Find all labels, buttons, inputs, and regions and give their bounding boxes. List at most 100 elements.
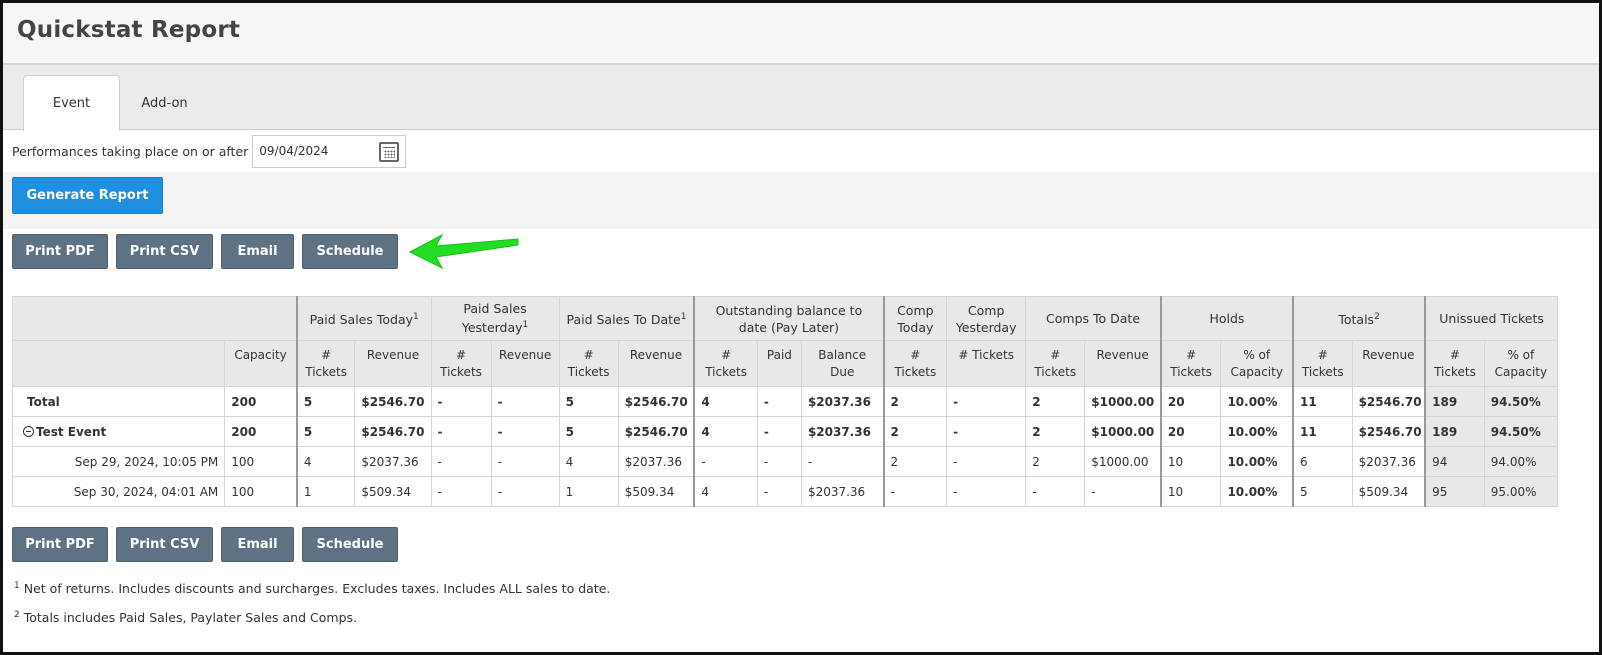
subheader-tickets: # Tickets bbox=[946, 340, 1027, 387]
table-cell: 94.00% bbox=[1483, 446, 1559, 477]
group-header-row: Paid Sales Today1 Paid Sales Yesterday1 … bbox=[11, 296, 1559, 341]
table-cell: - bbox=[946, 446, 1027, 477]
subheader-revenue: Revenue bbox=[490, 340, 560, 387]
header-outstanding: Outstanding balance to date (Pay Later) bbox=[693, 296, 885, 341]
table-cell: 94 bbox=[1424, 446, 1485, 477]
table-cell: 10.00% bbox=[1220, 416, 1294, 447]
header-paid-yesterday: Paid Sales Yesterday1 bbox=[430, 296, 560, 341]
date-filter-label: Performances taking place on or after bbox=[12, 143, 249, 159]
collapse-icon[interactable] bbox=[23, 425, 34, 437]
table-cell: $2546.70 bbox=[1351, 386, 1426, 417]
footnote-2: 2 Totals includes Paid Sales, Paylater S… bbox=[14, 610, 357, 626]
table-cell: 5 bbox=[558, 386, 619, 417]
table-cell: 6 bbox=[1292, 446, 1353, 477]
export-toolbar-top: Print PDF Print CSV Email Schedule bbox=[12, 234, 398, 269]
table-cell: $1000.00 bbox=[1084, 386, 1162, 417]
row-label[interactable]: Test Event bbox=[11, 416, 226, 447]
table-cell: 5 bbox=[1292, 476, 1353, 507]
table-cell: 94.50% bbox=[1483, 386, 1559, 417]
report-body: Total 200 5 $2546.70- -5 $2546.70 4- $2037.36 2-… bbox=[11, 386, 1559, 507]
table-cell: 200 bbox=[224, 416, 298, 447]
table-cell: 100 bbox=[224, 476, 298, 507]
table-cell: $2037.36 bbox=[800, 416, 885, 447]
tab-add-on[interactable]: Add-on bbox=[123, 75, 206, 131]
print-pdf-button[interactable]: Print PDF bbox=[12, 234, 108, 269]
subheader-revenue: Revenue bbox=[1351, 340, 1426, 387]
table-cell: 10.00% bbox=[1220, 386, 1294, 417]
date-picker[interactable] bbox=[252, 134, 407, 168]
table-cell: - bbox=[430, 446, 492, 477]
schedule-button[interactable]: Schedule bbox=[302, 527, 398, 562]
date-input[interactable] bbox=[253, 144, 372, 158]
table-cell: $509.34 bbox=[354, 476, 432, 507]
table-cell: 10 bbox=[1159, 476, 1222, 507]
table-cell: 5 bbox=[558, 416, 619, 447]
table-cell: $2546.70 bbox=[1351, 416, 1426, 447]
table-cell: - bbox=[756, 386, 802, 417]
table-cell: 4 bbox=[693, 386, 758, 417]
subheader-revenue: Revenue bbox=[617, 340, 695, 387]
generate-report-button[interactable]: Generate Report bbox=[12, 177, 163, 214]
header-unissued: Unissued Tickets bbox=[1424, 296, 1559, 341]
print-pdf-button[interactable]: Print PDF bbox=[12, 527, 108, 562]
table-cell: 5 bbox=[295, 416, 356, 447]
table-cell: - bbox=[430, 386, 492, 417]
table-cell: 4 bbox=[693, 476, 758, 507]
subheader-tickets: # Tickets bbox=[430, 340, 492, 387]
row-label-text: Total bbox=[27, 394, 60, 409]
table-cell: $2546.70 bbox=[354, 386, 432, 417]
tab-bar: Event Add-on bbox=[3, 65, 1599, 131]
table-cell: 10.00% bbox=[1220, 476, 1294, 507]
print-csv-button[interactable]: Print CSV bbox=[116, 234, 213, 269]
event-row: Test Event 200 5 $2546.70- -5 $2546.70 4- $2037… bbox=[11, 416, 1559, 447]
table-cell: $1000.00 bbox=[1084, 416, 1162, 447]
performance-row: Sep 30, 2024, 04:01 AM 100 1 $509.34- -1 $509… bbox=[11, 476, 1559, 507]
email-button[interactable]: Email bbox=[221, 527, 294, 562]
calendar-icon[interactable] bbox=[379, 141, 400, 162]
table-cell: 2 bbox=[882, 386, 948, 417]
schedule-button[interactable]: Schedule bbox=[302, 234, 398, 269]
header-comps-to-date: Comps To Date bbox=[1025, 296, 1162, 341]
table-cell: 5 bbox=[295, 386, 356, 417]
table-cell: 2 bbox=[882, 446, 948, 477]
annotation-arrow-icon bbox=[408, 233, 519, 270]
table-cell: $2546.70 bbox=[354, 416, 432, 447]
table-cell: 1 bbox=[295, 476, 356, 507]
table-cell: 4 bbox=[295, 446, 356, 477]
row-label-text: Sep 30, 2024, 04:01 AM bbox=[73, 484, 219, 499]
row-label-text: Test Event bbox=[36, 424, 107, 439]
print-csv-button[interactable]: Print CSV bbox=[116, 527, 213, 562]
table-cell: $509.34 bbox=[617, 476, 695, 507]
table-cell: - bbox=[756, 476, 802, 507]
table-cell: 2 bbox=[1025, 386, 1086, 417]
subheader-revenue: Revenue bbox=[1084, 340, 1162, 387]
table-cell: - bbox=[490, 416, 560, 447]
table-cell: 11 bbox=[1292, 386, 1353, 417]
quickstat-table: Paid Sales Today1 Paid Sales Yesterday1 … bbox=[11, 296, 1559, 507]
table-cell: $1000.00 bbox=[1084, 446, 1162, 477]
row-label: Sep 30, 2024, 04:01 AM bbox=[11, 476, 226, 507]
table-cell: 100 bbox=[224, 446, 298, 477]
table-cell: 95.00% bbox=[1483, 476, 1559, 507]
table-cell: 10 bbox=[1159, 446, 1222, 477]
performance-row: Sep 29, 2024, 10:05 PM 100 4 $2037.36- -4 $20… bbox=[11, 446, 1559, 477]
table-cell: - bbox=[490, 386, 560, 417]
table-cell: - bbox=[946, 386, 1027, 417]
email-button[interactable]: Email bbox=[221, 234, 294, 269]
subheader-capacity: Capacity bbox=[224, 340, 298, 387]
subheader-tickets: # Tickets bbox=[1292, 340, 1353, 387]
page-header: Quickstat Report bbox=[3, 3, 1599, 65]
table-cell: 2 bbox=[882, 416, 948, 447]
subheader-tickets: # Tickets bbox=[295, 340, 356, 387]
table-cell: 4 bbox=[558, 446, 619, 477]
table-cell: $2037.36 bbox=[800, 476, 885, 507]
table-cell: - bbox=[490, 476, 560, 507]
tab-event[interactable]: Event bbox=[23, 75, 120, 131]
table-cell: 1 bbox=[558, 476, 619, 507]
total-row: Total 200 5 $2546.70- -5 $2546.70 4- $2037.36 2-… bbox=[11, 386, 1559, 417]
table-cell: 200 bbox=[224, 386, 298, 417]
header-holds: Holds bbox=[1159, 296, 1294, 341]
subheader-event bbox=[11, 340, 226, 387]
header-paid-today: Paid Sales Today1 bbox=[295, 296, 432, 341]
table-cell: 11 bbox=[1292, 416, 1353, 447]
